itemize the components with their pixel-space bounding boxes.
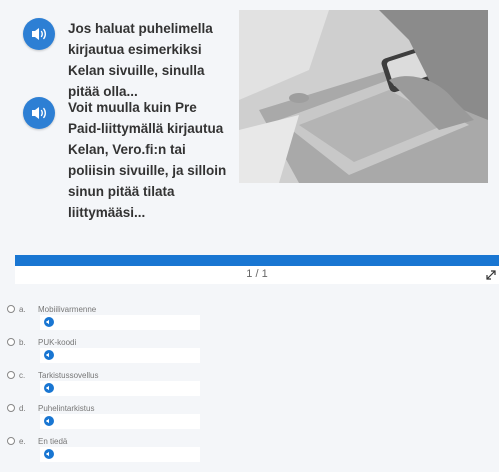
audio-item-1: Jos haluat puhelimella kirjautua esimerk… [23, 18, 230, 102]
answer-option[interactable]: b. PUK-koodi [7, 335, 200, 368]
option-letter: d. [19, 403, 26, 413]
audio-play-button[interactable] [44, 383, 54, 393]
radio-button[interactable] [7, 371, 15, 379]
speaker-icon [46, 418, 49, 424]
option-letter: e. [19, 436, 26, 446]
speaker-icon [46, 385, 49, 391]
audio-text-2: Voit muulla kuin Pre Paid-liittymällä ki… [68, 100, 227, 220]
radio-button[interactable] [7, 437, 15, 445]
radio-button[interactable] [7, 305, 15, 313]
option-audio-box [40, 348, 200, 363]
audio-play-button-1[interactable] [23, 18, 55, 50]
option-label: En tiedä [38, 436, 68, 446]
speaker-icon [46, 451, 49, 457]
audio-play-button[interactable] [44, 416, 54, 426]
option-label: Mobiilivarmenne [38, 304, 97, 314]
answer-option[interactable]: d. Puhelintarkistus [7, 401, 200, 434]
option-letter: c. [19, 370, 26, 380]
answer-option[interactable]: e. En tiedä [7, 434, 200, 467]
audio-play-button[interactable] [44, 350, 54, 360]
pager-bar: 1 / 1 [15, 266, 499, 284]
speaker-icon [32, 107, 46, 119]
answer-option[interactable]: a. Mobiilivarmenne [7, 302, 200, 335]
audio-play-button[interactable] [44, 449, 54, 459]
answer-option[interactable]: c. Tarkistussovellus [7, 368, 200, 401]
audio-item-2: Voit muulla kuin Pre Paid-liittymällä ki… [23, 97, 230, 223]
audio-play-button[interactable] [44, 317, 54, 327]
radio-button[interactable] [7, 338, 15, 346]
speaker-icon [46, 319, 49, 325]
speaker-icon [46, 352, 49, 358]
audio-text-1: Jos haluat puhelimella kirjautua esimerk… [68, 21, 213, 99]
laptop-phone-photo [239, 10, 488, 183]
option-audio-box [40, 414, 200, 429]
option-letter: b. [19, 337, 26, 347]
speaker-icon [32, 28, 46, 40]
option-audio-box [40, 447, 200, 462]
option-audio-box [40, 381, 200, 396]
answer-options: a. Mobiilivarmenne b. PUK-koodi c. Tarki… [7, 302, 200, 467]
option-letter: a. [19, 304, 26, 314]
expand-icon[interactable] [485, 269, 497, 281]
option-audio-box [40, 315, 200, 330]
page-counter: 1 / 1 [246, 268, 268, 280]
progress-bar [15, 255, 499, 266]
audio-play-button-2[interactable] [23, 97, 55, 129]
option-label: Puhelintarkistus [38, 403, 95, 413]
option-label: PUK-koodi [38, 337, 77, 347]
radio-button[interactable] [7, 404, 15, 412]
option-label: Tarkistussovellus [38, 370, 99, 380]
